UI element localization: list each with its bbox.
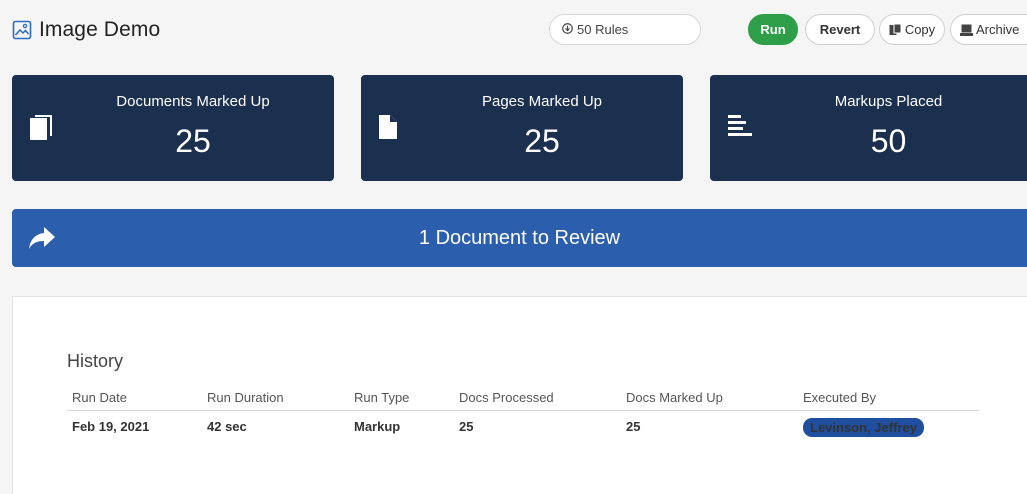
stat-card-documents: Documents Marked Up 25 [12,75,334,181]
column-header[interactable]: Run Duration [207,390,284,405]
copy-button-label: Copy [904,22,936,37]
history-table: Run Date Run Duration Run Type Docs Proc… [67,387,979,437]
revert-button-label: Revert [819,22,861,37]
table-header-row: Run Date Run Duration Run Type Docs Proc… [67,387,979,411]
page-title-group: Image Demo [12,18,160,42]
archive-button[interactable]: Archive [950,14,1027,45]
stat-value: 25 [524,123,560,159]
review-banner[interactable]: 1 Document to Review [12,209,1027,267]
page-title: Image Demo [39,18,161,41]
stat-label: Markups Placed [834,93,943,110]
stat-card-pages: Pages Marked Up 25 [361,75,683,181]
history-title: History [67,351,124,371]
stat-value: 50 [870,123,907,159]
download-circle-icon [562,22,573,37]
run-date-cell: Feb 19, 2021 [72,419,150,434]
table-row[interactable]: Feb 19, 2021 42 sec Markup 25 25 Levinso… [67,411,979,437]
header: Image Demo 50 Rules Run Revert Copy Arch… [0,0,1027,60]
executed-by-badge[interactable]: Levinson, Jeffrey [803,418,924,437]
review-banner-text: 1 Document to Review [418,227,621,249]
stat-label: Pages Marked Up [481,93,603,110]
docs-processed-cell: 25 [459,419,474,434]
archive-icon [960,24,973,36]
column-header[interactable]: Run Type [354,390,409,405]
column-header[interactable]: Run Date [72,390,127,405]
rules-label: 50 Rules [577,22,629,37]
column-header[interactable]: Docs Marked Up [626,390,723,405]
stat-card-markups: Markups Placed 50 [710,75,1027,181]
column-header[interactable]: Executed By [803,390,876,405]
copy-icon [889,23,902,36]
run-type-cell: Markup [354,419,401,434]
column-header[interactable]: Docs Processed [459,390,554,405]
copy-button[interactable]: Copy [879,14,945,45]
run-button[interactable]: Run [748,14,798,45]
revert-button[interactable]: Revert [805,14,875,45]
stat-value: 25 [175,123,211,159]
stat-label: Documents Marked Up [116,93,270,110]
rules-count-button[interactable]: 50 Rules [549,14,701,45]
run-button-label: Run [760,22,786,37]
docs-marked-up-cell: 25 [626,419,641,434]
image-icon [12,20,32,40]
run-duration-cell: 42 sec [207,419,247,434]
archive-button-label: Archive [976,22,1020,37]
history-panel: History Run Date Run Duration Run Type D… [12,296,1027,494]
